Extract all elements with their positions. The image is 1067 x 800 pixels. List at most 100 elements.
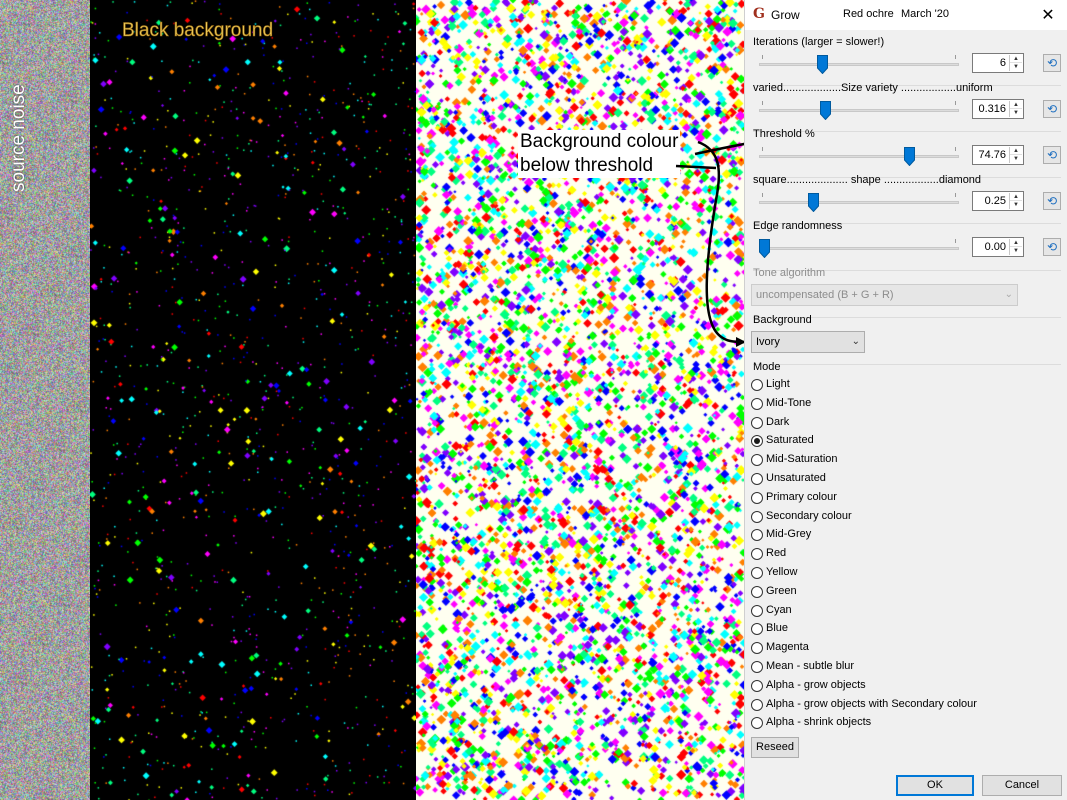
value-stepper[interactable]: 6 ▲ ▼ — [972, 53, 1024, 73]
radio-label: Mid-Tone — [766, 396, 812, 409]
radio-button[interactable] — [751, 491, 763, 504]
slider-thumb[interactable] — [759, 239, 770, 258]
radio-button[interactable] — [751, 642, 763, 655]
stepper-value: 6 — [999, 57, 1006, 69]
mode-radio-option[interactable]: Red — [751, 546, 1051, 562]
spin-buttons: ▲ ▼ — [1009, 239, 1022, 255]
spin-up-icon[interactable]: ▲ — [1010, 147, 1022, 155]
mode-radio-option[interactable]: Alpha - grow objects — [751, 678, 1051, 694]
slider-thumb[interactable] — [817, 55, 829, 74]
mode-radio-option[interactable]: Primary colour — [751, 490, 1051, 506]
close-icon[interactable]: ✕ — [1038, 5, 1058, 25]
annotation-line-1: Background colour — [520, 131, 679, 152]
slider-thumb[interactable] — [820, 101, 832, 120]
value-stepper[interactable]: 0.00 ▲ ▼ — [972, 237, 1024, 257]
mode-radio-option[interactable]: Alpha - grow objects with Secondary colo… — [751, 697, 1051, 713]
dialog-date: March '20 — [901, 8, 949, 20]
spin-up-icon[interactable]: ▲ — [1010, 193, 1022, 201]
value-stepper[interactable]: 74.76 ▲ ▼ — [972, 145, 1024, 165]
mode-radio-option[interactable]: Yellow — [751, 565, 1051, 581]
slider-track[interactable] — [759, 63, 959, 66]
tone-algorithm-label: Tone algorithm — [753, 267, 826, 279]
radio-button[interactable] — [751, 567, 763, 579]
radio-button[interactable] — [751, 473, 763, 485]
radio-button[interactable] — [751, 397, 763, 410]
radio-label: Alpha - grow objects — [766, 678, 866, 691]
radio-button[interactable] — [751, 416, 763, 429]
reset-icon[interactable]: ⟲ — [1043, 238, 1061, 256]
radio-button[interactable] — [751, 585, 763, 598]
reset-icon[interactable]: ⟲ — [1043, 146, 1061, 164]
mode-radio-option[interactable]: Mid-Grey — [751, 527, 1051, 543]
radio-button[interactable] — [751, 529, 763, 542]
mode-radio-option[interactable]: Unsaturated — [751, 471, 1051, 487]
black-background-panel — [90, 0, 416, 800]
radio-button[interactable] — [751, 435, 763, 448]
slider-label: varied...................Size variety ..… — [753, 82, 993, 94]
dialog-title: Grow — [771, 8, 800, 22]
slider-label: Edge randomness — [753, 220, 843, 232]
mode-radio-option[interactable]: Dark — [751, 415, 1051, 431]
reseed-button[interactable]: Reseed — [751, 737, 799, 758]
radio-button[interactable] — [751, 679, 763, 692]
spin-down-icon[interactable]: ▼ — [1010, 201, 1022, 209]
mode-radio-option[interactable]: Mid-Tone — [751, 396, 1051, 412]
spin-up-icon[interactable]: ▲ — [1010, 101, 1022, 109]
mode-radio-option[interactable]: Blue — [751, 621, 1051, 637]
radio-label: Yellow — [766, 566, 798, 578]
mode-radio-option[interactable]: Secondary colour — [751, 509, 1051, 525]
value-stepper[interactable]: 0.316 ▲ ▼ — [972, 99, 1024, 119]
stepper-value: 0.316 — [978, 103, 1006, 115]
mode-radio-option[interactable]: Cyan — [751, 603, 1051, 619]
slider-thumb[interactable] — [904, 147, 916, 166]
radio-label: Unsaturated — [766, 472, 826, 484]
background-select[interactable]: Ivory ⌄ — [751, 331, 865, 353]
mode-radio-option[interactable]: Saturated — [751, 433, 1051, 449]
radio-button[interactable] — [751, 623, 763, 636]
radio-button[interactable] — [751, 604, 763, 617]
spin-down-icon[interactable]: ▼ — [1010, 155, 1022, 163]
radio-button[interactable] — [751, 661, 763, 673]
mode-radio-option[interactable]: Green — [751, 584, 1051, 600]
radio-button[interactable] — [751, 717, 763, 730]
slider-track[interactable] — [759, 247, 959, 250]
radio-button[interactable] — [751, 454, 763, 467]
slider-track[interactable] — [759, 155, 959, 158]
slider-track[interactable] — [759, 201, 959, 204]
source-noise-strip: source noise — [0, 0, 90, 800]
slider-track[interactable] — [759, 109, 959, 112]
radio-button[interactable] — [751, 698, 763, 711]
reset-icon[interactable]: ⟲ — [1043, 100, 1061, 118]
ivory-background-panel — [416, 0, 744, 800]
spin-buttons: ▲ ▼ — [1009, 147, 1022, 163]
source-noise-label: source noise — [8, 84, 29, 192]
radio-label: Alpha - shrink objects — [766, 716, 872, 729]
radio-button[interactable] — [751, 510, 763, 523]
radio-button[interactable] — [751, 548, 763, 561]
reset-icon[interactable]: ⟲ — [1043, 54, 1061, 72]
mode-radio-option[interactable]: Magenta — [751, 640, 1051, 656]
ok-button[interactable]: OK — [896, 775, 974, 796]
black-panel-canvas — [90, 0, 416, 800]
cancel-button[interactable]: Cancel — [982, 775, 1062, 796]
radio-label: Green — [766, 584, 797, 597]
radio-label: Light — [766, 378, 790, 390]
ivory-panel-canvas — [416, 0, 744, 800]
spin-up-icon[interactable]: ▲ — [1010, 239, 1022, 247]
mode-radio-option[interactable]: Mean - subtle blur — [751, 659, 1051, 675]
spin-buttons: ▲ ▼ — [1009, 101, 1022, 117]
mode-radio-option[interactable]: Mid-Saturation — [751, 452, 1051, 468]
chevron-down-icon: ⌄ — [851, 336, 860, 347]
reset-icon[interactable]: ⟲ — [1043, 192, 1061, 210]
mode-radio-option[interactable]: Light — [751, 377, 1051, 393]
spin-down-icon[interactable]: ▼ — [1010, 247, 1022, 255]
radio-label: Dark — [766, 415, 790, 428]
mode-radio-option[interactable]: Alpha - shrink objects — [751, 715, 1051, 731]
spin-down-icon[interactable]: ▼ — [1010, 109, 1022, 117]
radio-button[interactable] — [751, 379, 763, 391]
spin-down-icon[interactable]: ▼ — [1010, 63, 1022, 71]
slider-thumb[interactable] — [807, 193, 819, 212]
slider-label: square.................... shape .......… — [753, 174, 982, 186]
spin-up-icon[interactable]: ▲ — [1010, 55, 1022, 63]
value-stepper[interactable]: 0.25 ▲ ▼ — [972, 191, 1024, 211]
